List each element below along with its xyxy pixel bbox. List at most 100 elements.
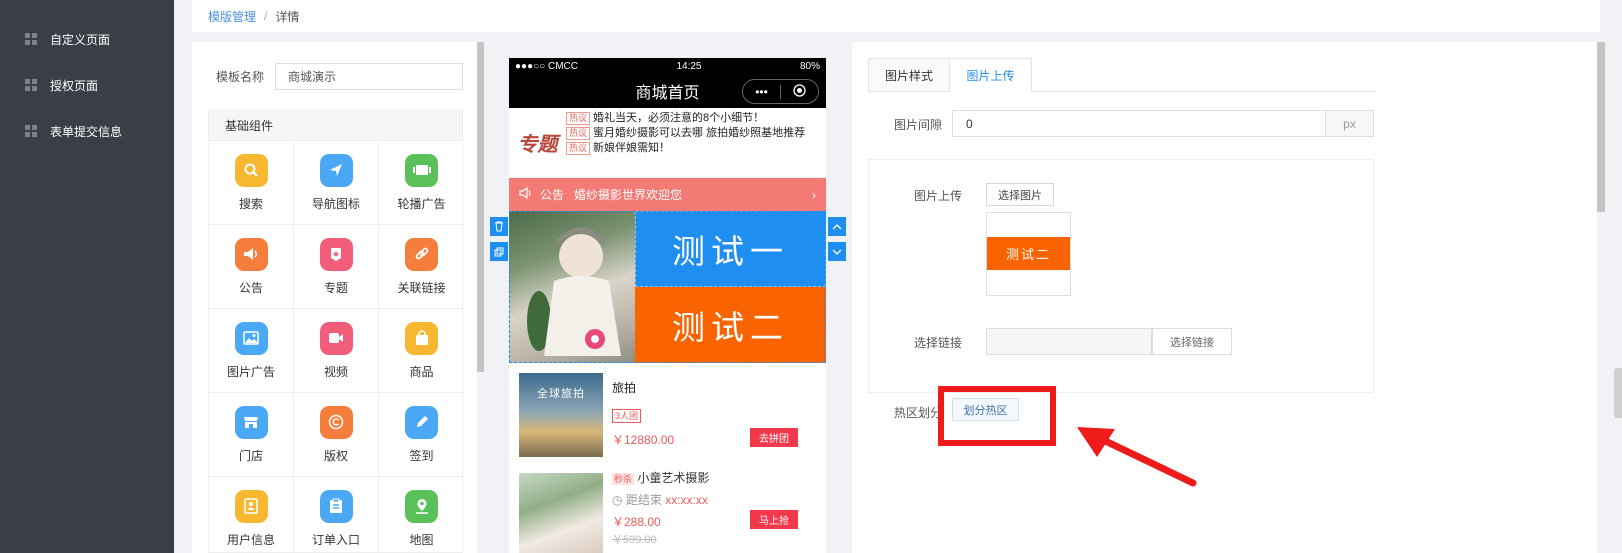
notice-bar[interactable]: 公告 婚纱摄影世界欢迎您 › [509,178,826,211]
component-item[interactable]: 专题 [294,225,379,309]
template-name-label: 模板名称 [216,70,265,84]
search-icon [234,153,268,187]
clock-icon: ◷ [612,493,623,507]
product-image: 全球旅拍 [519,373,603,457]
breadcrumb-link-template-manage[interactable]: 模版管理 [208,8,256,25]
speaker-icon [234,237,268,271]
sidebar-item-form-submissions[interactable]: 表单提交信息 [0,111,174,151]
component-item[interactable]: 视频 [294,309,379,393]
close-target-icon[interactable] [781,83,818,100]
notice-arrow: › [812,187,816,202]
component-item[interactable]: 关联链接 [379,225,464,309]
component-item[interactable]: 地图 [379,477,464,553]
annotation-arrow-icon [1077,427,1197,487]
gap-input[interactable]: 0 [952,110,1326,137]
navigation-icon [319,153,353,187]
hot-tag: 热议 [566,142,591,155]
hotspot-label: 热区划分 [894,406,943,420]
trash-icon[interactable] [490,217,508,236]
component-label: 图片广告 [226,364,275,379]
phone-page-title: 商城首页 [635,85,700,102]
component-label: 订单入口 [311,532,360,547]
topic-line: 热议 婚礼当天，必须注意的8个小细节！ [566,111,826,126]
link-icon [405,237,438,271]
component-label: 专题 [323,280,348,295]
component-item[interactable]: 商品 [379,309,464,393]
grid-icon [25,79,37,91]
battery-text: 80% [799,60,820,72]
image-banner[interactable]: 测试一 测试二 [509,211,826,363]
clock-text: 14:25 [676,60,702,72]
component-label: 签到 [409,448,434,463]
buy-now-button[interactable]: 马上抢 [750,510,798,529]
gap-unit: px [1326,110,1374,137]
speaker-icon [519,186,533,202]
component-label: 地图 [409,532,434,547]
product-title: 旅拍 [612,381,637,395]
sidebar-item-label: 自定义页面 [50,32,111,47]
component-item[interactable]: 轮播广告 [379,141,464,225]
topic-list: 热议 婚礼当天，必须注意的8个小细节！ 热议 蜜月婚纱摄影可以去哪 旅拍婚纱照基地推… [566,108,826,177]
sidebar-item-label: 表单提交信息 [50,124,123,139]
product-card[interactable]: 秒杀 小童艺术摄影 ◷ 距结束 xx:xx:xx ￥288.00 ￥599.00… [509,463,826,553]
copyright-icon [319,405,353,439]
sidebar-item-custom-page[interactable]: 自定义页面 [0,19,174,59]
arrow-up-icon[interactable] [828,217,846,236]
notice-label: 公告 [540,188,565,202]
link-input[interactable] [986,328,1152,355]
component-item[interactable]: 门店 [209,393,294,477]
banner-photo [509,211,635,363]
select-link-button[interactable]: 选择链接 [1152,328,1232,355]
select-image-button[interactable]: 选择图片 [986,183,1054,206]
banner-test-one[interactable]: 测试一 [635,211,826,287]
component-item[interactable]: 搜索 [209,141,294,225]
product-image [519,473,603,553]
component-label: 搜索 [238,196,263,211]
template-name-input[interactable]: 商城演示 [275,63,463,90]
image-icon [234,321,268,355]
breadcrumb: 模版管理 / 详情 [192,0,1600,32]
arrow-down-icon[interactable] [828,242,846,261]
settings-tabs: 图片样式 图片上传 [868,58,1376,92]
notice-text: 婚纱摄影世界欢迎您 [574,188,683,202]
component-label: 商品 [409,364,434,379]
product-old-price: ￥599.00 [612,534,657,546]
breadcrumb-separator: / [264,9,268,23]
edge-handle[interactable] [1614,368,1622,418]
component-item[interactable]: 公告 [209,225,294,309]
component-item[interactable]: 订单入口 [294,477,379,553]
uploaded-image-thumbnail[interactable]: 测试二 [986,212,1071,296]
component-label: 版权 [323,448,348,463]
left-panel-scrollbar[interactable] [477,42,484,372]
component-item[interactable]: 图片广告 [209,309,294,393]
product-card[interactable]: 全球旅拍 旅拍 3人团 ￥12880.00 去拼团 [509,363,826,463]
thumbnail-text: 测试二 [987,237,1070,270]
more-icon[interactable]: ••• [743,85,780,99]
countdown: ◷ 距结束 xx:xx:xx [612,493,708,507]
component-item[interactable]: 版权 [294,393,379,477]
component-section-title: 基础组件 [209,111,462,141]
seckill-tag: 秒杀 [612,473,635,485]
banner-test-two[interactable]: 测试二 [635,287,826,363]
component-label: 用户信息 [226,532,275,547]
settings-scrollbar[interactable] [1597,42,1605,212]
group-buy-button[interactable]: 去拼团 [750,428,798,447]
component-label: 门店 [238,448,263,463]
component-item[interactable]: 用户信息 [209,477,294,553]
gap-label: 图片间隙 [894,118,943,132]
pencil-icon [405,405,438,439]
grid-icon [25,33,37,45]
tab-image-style[interactable]: 图片样式 [868,58,950,92]
carrier-text: ●●●○○ CMCC [515,60,578,72]
component-item[interactable]: 签到 [379,393,464,477]
tab-image-upload[interactable]: 图片上传 [950,58,1032,92]
copy-icon[interactable] [490,242,508,261]
link-label: 选择链接 [914,336,963,350]
store-icon [234,405,268,439]
component-item[interactable]: 导航图标 [294,141,379,225]
topic-block[interactable]: 专题 热议 婚礼当天，必须注意的8个小细节！ 热议 蜜月婚纱摄影可以去哪 旅拍婚纱照… [509,108,826,178]
mini-program-capsule: ••• [742,79,819,104]
user-card-icon [234,489,268,523]
topic-line: 热议 新娘伴娘需知！ [566,141,826,156]
sidebar-item-auth-page[interactable]: 授权页面 [0,65,174,105]
